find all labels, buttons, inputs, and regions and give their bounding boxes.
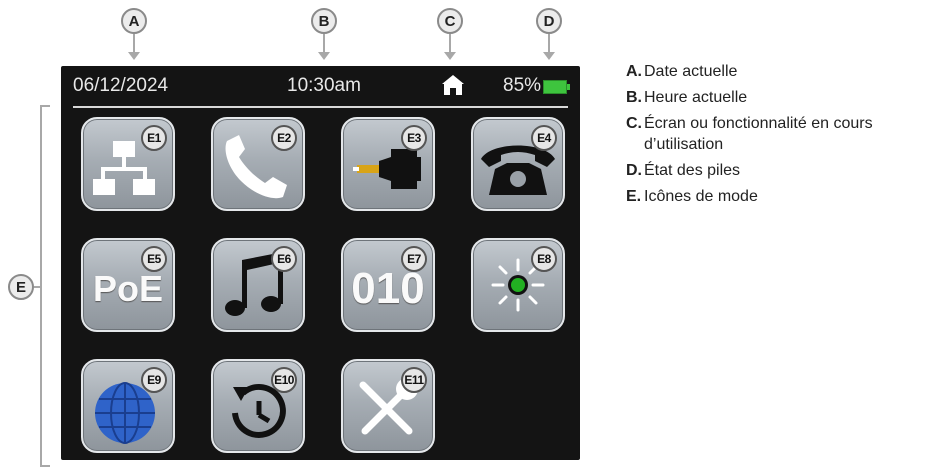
legend: A. Date actuelle B. Heure actuelle C. Éc… bbox=[626, 61, 925, 212]
legend-item-e: E. Icônes de mode bbox=[626, 186, 925, 207]
legend-item-d: D. État des piles bbox=[626, 160, 925, 181]
status-divider bbox=[73, 106, 568, 108]
callout-e-bracket-bottom bbox=[40, 465, 50, 467]
mode-badge: E4 bbox=[531, 125, 557, 151]
current-time: 10:30am bbox=[287, 75, 361, 96]
poe-icon: PoE bbox=[92, 268, 163, 309]
callout-d-line bbox=[548, 34, 550, 52]
mode-tile-e2[interactable]: E2 bbox=[211, 117, 305, 211]
battery-percent: 85% bbox=[503, 75, 542, 96]
callout-e-bracket-top bbox=[40, 105, 50, 107]
callout-c: C bbox=[437, 8, 463, 34]
legend-item-b: B. Heure actuelle bbox=[626, 87, 925, 108]
mode-tile-e6[interactable]: E6 bbox=[211, 238, 305, 332]
callout-a-line bbox=[133, 34, 135, 52]
callout-a-arrow bbox=[128, 52, 140, 60]
mode-badge: E11 bbox=[401, 367, 427, 393]
battery-icon bbox=[543, 80, 570, 94]
current-date: 06/12/2024 bbox=[73, 75, 169, 96]
mode-badge: E3 bbox=[401, 125, 427, 151]
legend-item-a: A. Date actuelle bbox=[626, 61, 925, 82]
legend-text: Heure actuelle bbox=[644, 89, 748, 106]
mode-tile-e7[interactable]: 010 E7 bbox=[341, 238, 435, 332]
mode-badge: E6 bbox=[271, 246, 297, 272]
mode-tile-e3[interactable]: E3 bbox=[341, 117, 435, 211]
callout-e: E bbox=[8, 274, 34, 300]
mode-badge: E7 bbox=[401, 246, 427, 272]
binary-icon: 010 bbox=[351, 264, 425, 313]
mode-tile-e11[interactable]: E11 bbox=[341, 359, 435, 453]
mode-badge: E2 bbox=[271, 125, 297, 151]
mode-badge: E9 bbox=[141, 367, 167, 393]
callout-d: D bbox=[536, 8, 562, 34]
callout-c-arrow bbox=[444, 52, 456, 60]
mode-tile-e4[interactable]: E4 bbox=[471, 117, 565, 211]
legend-letter: C. bbox=[626, 115, 642, 132]
legend-letter: D. bbox=[626, 162, 642, 179]
mode-tile-e8[interactable]: E8 bbox=[471, 238, 565, 332]
mode-badge: E5 bbox=[141, 246, 167, 272]
device-screen: 06/12/2024 10:30am 85% E1 E2 E3 E4 PoE E… bbox=[61, 66, 580, 460]
legend-text: Icônes de mode bbox=[644, 188, 758, 205]
mode-tile-e5[interactable]: PoE E5 bbox=[81, 238, 175, 332]
legend-text: Date actuelle bbox=[644, 63, 738, 80]
callout-e-bracket bbox=[40, 105, 42, 467]
legend-letter: E. bbox=[626, 188, 642, 205]
status-bar: 06/12/2024 10:30am 85% bbox=[61, 66, 580, 106]
callout-a: A bbox=[121, 8, 147, 34]
home-icon[interactable] bbox=[441, 74, 465, 96]
mode-badge: E1 bbox=[141, 125, 167, 151]
mode-badge: E8 bbox=[531, 246, 557, 272]
callout-d-arrow bbox=[543, 52, 555, 60]
legend-text: État des piles bbox=[644, 162, 741, 179]
legend-letter: A. bbox=[626, 63, 642, 80]
legend-item-c: C. Écran ou fonctionnalité en cours d’ut… bbox=[626, 113, 925, 155]
mode-tile-e1[interactable]: E1 bbox=[81, 117, 175, 211]
callout-b-arrow bbox=[318, 52, 330, 60]
callout-b-line bbox=[323, 34, 325, 52]
mode-tile-e10[interactable]: E10 bbox=[211, 359, 305, 453]
callout-c-line bbox=[449, 34, 451, 52]
mode-tile-e9[interactable]: E9 bbox=[81, 359, 175, 453]
legend-text: Écran ou fonctionnalité en cours d’utili… bbox=[644, 115, 873, 153]
callout-b: B bbox=[311, 8, 337, 34]
mode-badge: E10 bbox=[271, 367, 297, 393]
legend-letter: B. bbox=[626, 89, 642, 106]
